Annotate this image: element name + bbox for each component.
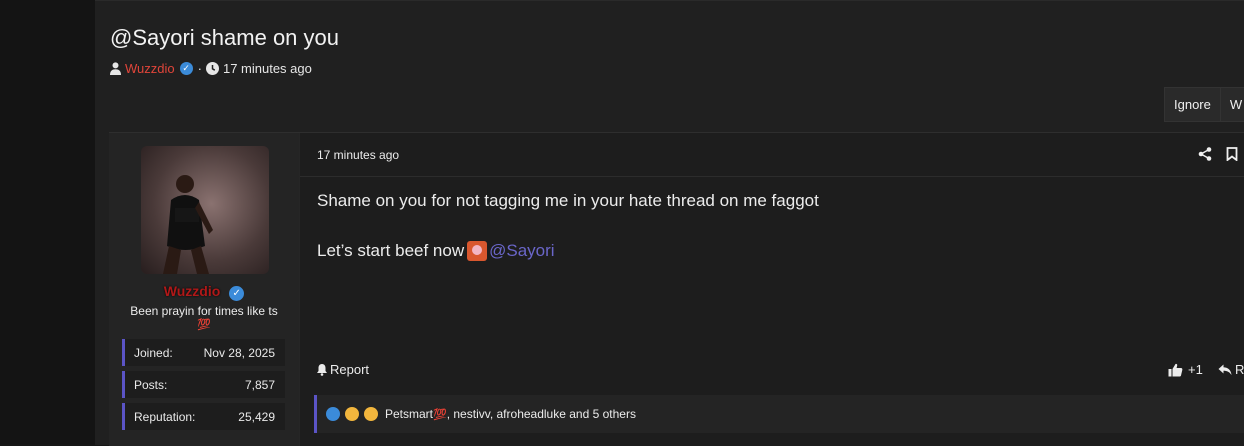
post-text: Let’s start beef now bbox=[317, 241, 465, 260]
post: Wuzzdio ✓ Been prayin for times like ts … bbox=[109, 132, 1244, 446]
stat-joined: Joined: Nov 28, 2025 bbox=[122, 339, 285, 366]
user-info-column: Wuzzdio ✓ Been prayin for times like ts … bbox=[109, 133, 299, 446]
haha-reaction-icon bbox=[345, 407, 359, 421]
left-page-edge bbox=[0, 0, 95, 444]
stat-reputation: Reputation: 25,429 bbox=[122, 403, 285, 430]
username-row: Wuzzdio ✓ bbox=[109, 283, 299, 301]
post-message-line: Shame on you for not tagging me in your … bbox=[317, 191, 819, 210]
hundred-emoji: 💯 bbox=[433, 408, 447, 421]
thread-author-link[interactable]: Wuzzdio bbox=[125, 61, 175, 76]
avatar[interactable] bbox=[141, 146, 269, 274]
stat-label: Posts: bbox=[134, 377, 168, 392]
post-header: 17 minutes ago bbox=[300, 133, 1244, 177]
like-label: +1 bbox=[1188, 362, 1203, 377]
custom-emoji-icon bbox=[467, 241, 488, 261]
like-button[interactable]: +1 bbox=[1168, 362, 1203, 377]
user-mention-link[interactable]: @Sayori bbox=[489, 241, 554, 261]
stat-posts: Posts: 7,857 bbox=[122, 371, 285, 398]
user-title-text: Been prayin for times like ts bbox=[130, 304, 278, 318]
ignore-button[interactable]: Ignore bbox=[1164, 87, 1221, 122]
reply-icon bbox=[1218, 364, 1232, 375]
thread-meta: Wuzzdio ✓ · 17 minutes ago bbox=[110, 59, 312, 77]
meta-separator: · bbox=[197, 60, 202, 76]
user-title: Been prayin for times like ts 💯 bbox=[109, 304, 299, 331]
like-reaction-icon bbox=[326, 407, 340, 421]
reaction-bar[interactable]: Petsmart 💯 , nestivv, afroheadluke and 5… bbox=[314, 395, 1244, 433]
post-time-link[interactable]: 17 minutes ago bbox=[317, 148, 399, 162]
stat-label: Reputation: bbox=[134, 409, 196, 424]
reply-button[interactable]: Re bbox=[1218, 362, 1244, 377]
stat-label: Joined: bbox=[134, 345, 173, 360]
post-body-column: 17 minutes ago Shame on you for not tagg… bbox=[300, 133, 1244, 446]
stat-value: 25,429 bbox=[238, 409, 275, 424]
reply-label: Re bbox=[1235, 362, 1244, 377]
user-icon bbox=[110, 61, 121, 75]
post-message-line: Let’s start beef now @Sayori bbox=[317, 241, 555, 261]
username-link[interactable]: Wuzzdio bbox=[164, 283, 221, 299]
hundred-emoji: 💯 bbox=[197, 319, 211, 331]
verified-icon: ✓ bbox=[179, 61, 193, 75]
thread-title: @Sayori shame on you bbox=[110, 25, 340, 50]
bookmark-icon[interactable] bbox=[1226, 147, 1238, 161]
report-button[interactable]: Report bbox=[316, 362, 369, 377]
thread-container: @Sayori shame on you Wuzzdio ✓ · 17 minu… bbox=[95, 0, 1244, 446]
thread-post-time: 17 minutes ago bbox=[222, 60, 312, 76]
verified-icon: ✓ bbox=[229, 286, 245, 301]
clock-icon bbox=[205, 61, 219, 75]
stat-value: 7,857 bbox=[244, 377, 275, 392]
share-icon[interactable] bbox=[1198, 147, 1212, 161]
bell-icon bbox=[317, 364, 327, 376]
thread-actions: Ignore W bbox=[1164, 87, 1244, 122]
avatar-image bbox=[141, 146, 269, 274]
cry-reaction-icon bbox=[364, 407, 378, 421]
report-label: Report bbox=[330, 362, 370, 377]
watch-button[interactable]: W bbox=[1220, 87, 1244, 122]
thumbs-up-icon bbox=[1168, 363, 1183, 376]
reaction-others-text[interactable]: , nestivv, afroheadluke and 5 others bbox=[447, 407, 636, 421]
reaction-user-link[interactable]: Petsmart bbox=[385, 407, 433, 421]
stat-value: Nov 28, 2025 bbox=[203, 345, 275, 360]
